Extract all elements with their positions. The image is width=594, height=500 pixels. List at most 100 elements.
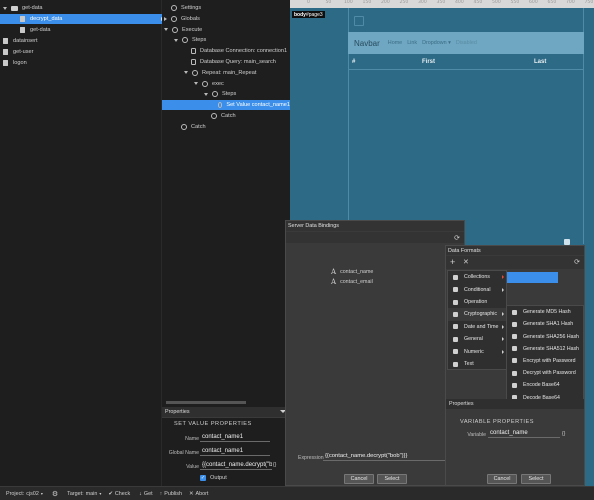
crypto-function-item[interactable]: Encode Base64: [507, 379, 585, 391]
check-icon[interactable]: ✔: [108, 491, 113, 497]
file-tree-item[interactable]: decrypt_data: [0, 14, 164, 24]
file-tree-label: get-data: [30, 27, 51, 33]
hash-icon: [512, 334, 517, 340]
file-icon: [20, 27, 25, 33]
file-icon: [3, 38, 8, 44]
close-icon[interactable]: ✕: [463, 258, 469, 266]
download-icon[interactable]: ↓: [139, 491, 142, 497]
file-tree-item[interactable]: logon: [0, 58, 162, 68]
format-category-menu: Collections Conditional Operation Cryptogra…: [447, 270, 508, 371]
steps-tree-item[interactable]: Globals: [162, 14, 290, 24]
format-category-label: Conditional: [464, 286, 491, 293]
bindings-cancel-button[interactable]: Cancel: [344, 474, 374, 484]
formats-select-button[interactable]: Select: [521, 474, 551, 484]
steps-tree-item[interactable]: Settings: [162, 3, 290, 13]
crypto-function-item[interactable]: Generate MD5 Hash: [507, 306, 585, 318]
crypto-function-item[interactable]: Generate SHA512 Hash: [507, 343, 585, 355]
steps-tree-item[interactable]: Database Connection: connection1: [162, 46, 290, 56]
ruler-tick: 100: [344, 0, 353, 5]
steps-tree-item[interactable]: Catch: [162, 122, 290, 132]
steps-tree-label: Execute: [182, 26, 203, 33]
navbar-dropdown[interactable]: Dropdown ▾: [422, 40, 451, 46]
format-category-item[interactable]: General: [448, 333, 508, 346]
format-category-item[interactable]: Date and Time: [448, 321, 508, 334]
expand-arrow-icon[interactable]: [164, 16, 167, 21]
abort-icon[interactable]: ✕: [189, 491, 194, 497]
ruler-tick: 750: [584, 0, 594, 5]
steps-tree-item[interactable]: Database Query: main_search: [162, 57, 290, 67]
steps-tree-item[interactable]: exec: [162, 79, 290, 89]
crypto-function-item[interactable]: Encrypt with Password: [507, 355, 585, 367]
global-name-field[interactable]: contact_name1: [200, 447, 270, 456]
steps-tree-item[interactable]: Steps: [162, 89, 290, 99]
target-select[interactable]: main: [86, 491, 98, 497]
format-selected-row[interactable]: [506, 272, 558, 283]
body-tag-label[interactable]: body #page3: [292, 11, 325, 18]
expand-arrow-icon[interactable]: [184, 71, 188, 75]
publish-icon[interactable]: ↑: [160, 491, 163, 497]
crypto-function-label: Generate SHA256 Hash: [523, 333, 579, 340]
crypto-function-item[interactable]: Generate SHA1 Hash: [507, 318, 585, 330]
value-field[interactable]: {{contact_name.decrypt("bo: [200, 461, 272, 470]
navbar-link-link[interactable]: Link: [407, 40, 417, 46]
variable-binding-icon[interactable]: {}: [562, 431, 565, 437]
output-checkbox[interactable]: ✓: [200, 475, 206, 481]
binding-item-contact-name[interactable]: A contact_name: [331, 268, 373, 276]
get-button[interactable]: Get: [144, 491, 153, 497]
navbar-brand[interactable]: Navbar: [354, 39, 380, 48]
add-icon[interactable]: +: [450, 257, 455, 267]
chevron-down-icon[interactable]: ▾: [99, 491, 101, 496]
refresh-icon[interactable]: ⟳: [454, 234, 460, 242]
abort-button[interactable]: Abort: [196, 491, 209, 497]
steps-tree-label: Settings: [181, 5, 202, 11]
format-category-item[interactable]: Operation: [448, 296, 508, 309]
name-field[interactable]: contact_name1: [200, 433, 270, 442]
refresh-icon[interactable]: ⟳: [574, 258, 580, 266]
steps-scrollbar[interactable]: [166, 401, 246, 404]
steps-tree-item[interactable]: Execute: [162, 25, 290, 35]
navbar-link-home[interactable]: Home: [388, 40, 402, 46]
chevron-right-icon: [502, 312, 504, 317]
expand-arrow-icon[interactable]: [204, 92, 208, 96]
format-category-item[interactable]: Cryptographic: [448, 308, 508, 321]
steps-tree-label: Catch: [221, 113, 236, 119]
file-tree-item[interactable]: datainsert: [0, 36, 162, 46]
crypto-function-item[interactable]: Generate SHA256 Hash: [507, 330, 585, 342]
formats-cancel-button[interactable]: Cancel: [487, 474, 517, 484]
check-button[interactable]: Check: [115, 491, 130, 497]
file-tree-item[interactable]: get-user: [0, 47, 162, 57]
chevron-down-icon[interactable]: ▾: [41, 491, 43, 496]
file-tree-item[interactable]: get-data: [0, 3, 162, 13]
steps-tree-item[interactable]: Repeat: main_Repeat: [162, 68, 290, 78]
format-category-item[interactable]: Text: [448, 358, 508, 371]
ruler-tick: 650: [547, 0, 557, 5]
binding-item-contact-email[interactable]: A contact_email: [331, 278, 373, 286]
expand-arrow-icon[interactable]: [194, 82, 198, 86]
variable-field[interactable]: contact_name: [488, 429, 560, 438]
expression-field[interactable]: {{contact_name.decrypt("bob")}}: [323, 452, 451, 461]
format-category-item[interactable]: Conditional: [448, 283, 508, 296]
file-tree-item[interactable]: get-data: [0, 25, 162, 35]
format-category-item[interactable]: Collections: [448, 271, 508, 284]
bindings-select-button[interactable]: Select: [377, 474, 407, 484]
gear-icon[interactable]: ⚙: [52, 490, 58, 498]
navbar: Navbar Home Link Dropdown ▾ Disabled: [348, 32, 584, 54]
expand-arrow-icon[interactable]: [164, 28, 168, 32]
hash-icon: [453, 349, 458, 355]
steps-tree-item[interactable]: Steps: [162, 35, 290, 45]
value-binding-icon[interactable]: {}: [273, 462, 276, 468]
file-icon: [20, 16, 25, 22]
expand-arrow-icon[interactable]: [3, 6, 7, 10]
format-category-label: Text: [464, 361, 474, 368]
expand-arrow-icon[interactable]: [174, 38, 178, 42]
format-category-item[interactable]: Numeric: [448, 345, 508, 358]
steps-tree-label: Set Value contact_name1: [226, 102, 290, 109]
crypto-function-item[interactable]: Decrypt with Password: [507, 367, 585, 379]
calendar-icon: [453, 324, 458, 330]
project-select[interactable]: cjs02: [26, 491, 39, 497]
properties-header: Properties: [162, 407, 290, 418]
ruler-tick: 300: [418, 0, 427, 5]
steps-tree-item[interactable]: Set Value contact_name1: [162, 100, 290, 111]
publish-button[interactable]: Publish: [164, 491, 182, 497]
steps-tree-item[interactable]: Catch: [162, 111, 290, 121]
